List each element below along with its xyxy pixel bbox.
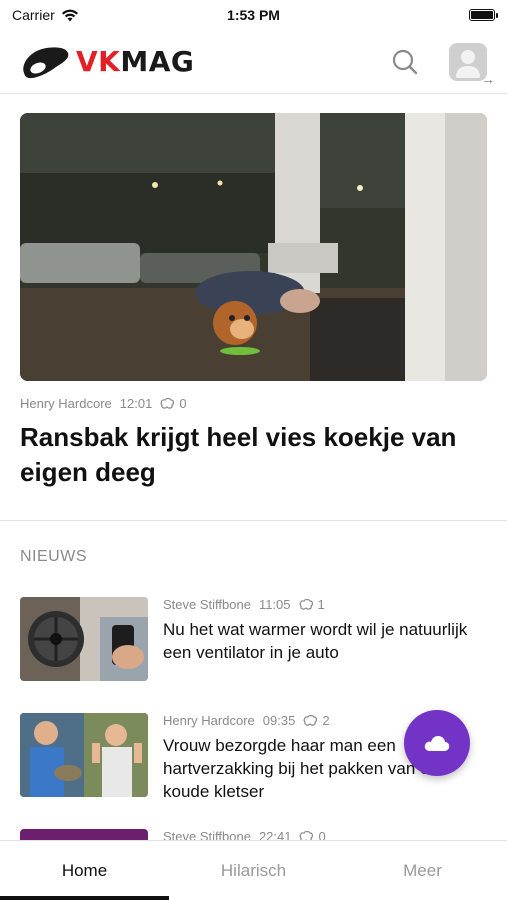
news-item[interactable]: Steve Stiffbone 11:05 1 Nu het wat warme… xyxy=(20,597,487,681)
cloud-fab-button[interactable] xyxy=(404,710,470,776)
logo[interactable]: VKMAG xyxy=(20,43,194,81)
logo-mag-text: MAG xyxy=(120,45,195,78)
tab-home[interactable]: Home xyxy=(0,841,169,900)
news-thumbnail[interactable] xyxy=(20,597,148,681)
brain-icon xyxy=(303,714,318,726)
news-author[interactable]: Steve Stiffbone xyxy=(163,597,251,612)
section-title: NIEUWS xyxy=(20,548,87,565)
news-meta: Steve Stiffbone 11:05 1 xyxy=(163,597,473,612)
tab-meer[interactable]: Meer xyxy=(338,841,507,900)
app-header: VKMAG → xyxy=(0,30,507,94)
brain-icon xyxy=(160,397,175,409)
status-time: 1:53 PM xyxy=(227,7,280,23)
news-time: 11:05 xyxy=(258,597,291,612)
hero-meta: Henry Hardcore 12:01 0 xyxy=(20,396,187,411)
battery-icon xyxy=(469,9,498,21)
news-views: 1 xyxy=(317,597,325,612)
hero-time: 12:01 xyxy=(119,396,153,411)
tab-hilarisch[interactable]: Hilarisch xyxy=(169,841,338,900)
login-avatar-button[interactable]: → xyxy=(449,42,495,87)
news-author[interactable]: Henry Hardcore xyxy=(163,713,255,728)
cloud-icon xyxy=(424,736,450,751)
hero-image[interactable] xyxy=(20,113,487,381)
search-icon[interactable] xyxy=(391,48,419,76)
logo-vk-text: VK xyxy=(76,45,121,78)
news-time: 09:35 xyxy=(262,713,296,728)
brain-icon xyxy=(299,598,313,610)
slipper-logo-icon xyxy=(23,46,69,78)
hero-views: 0 xyxy=(179,396,187,411)
hero-title[interactable]: Ransbak krijgt heel vies koekje van eige… xyxy=(20,420,490,490)
login-arrow-icon: → xyxy=(481,70,495,87)
news-thumbnail[interactable] xyxy=(20,713,148,797)
hero-author[interactable]: Henry Hardcore xyxy=(20,396,112,411)
bottom-tab-bar: Home Hilarisch Meer xyxy=(0,840,507,900)
news-views: 2 xyxy=(322,713,330,728)
news-title[interactable]: Nu het wat warmer wordt wil je natuurlij… xyxy=(163,618,473,664)
divider xyxy=(0,520,507,521)
status-bar: Carrier 1:53 PM xyxy=(0,0,507,30)
